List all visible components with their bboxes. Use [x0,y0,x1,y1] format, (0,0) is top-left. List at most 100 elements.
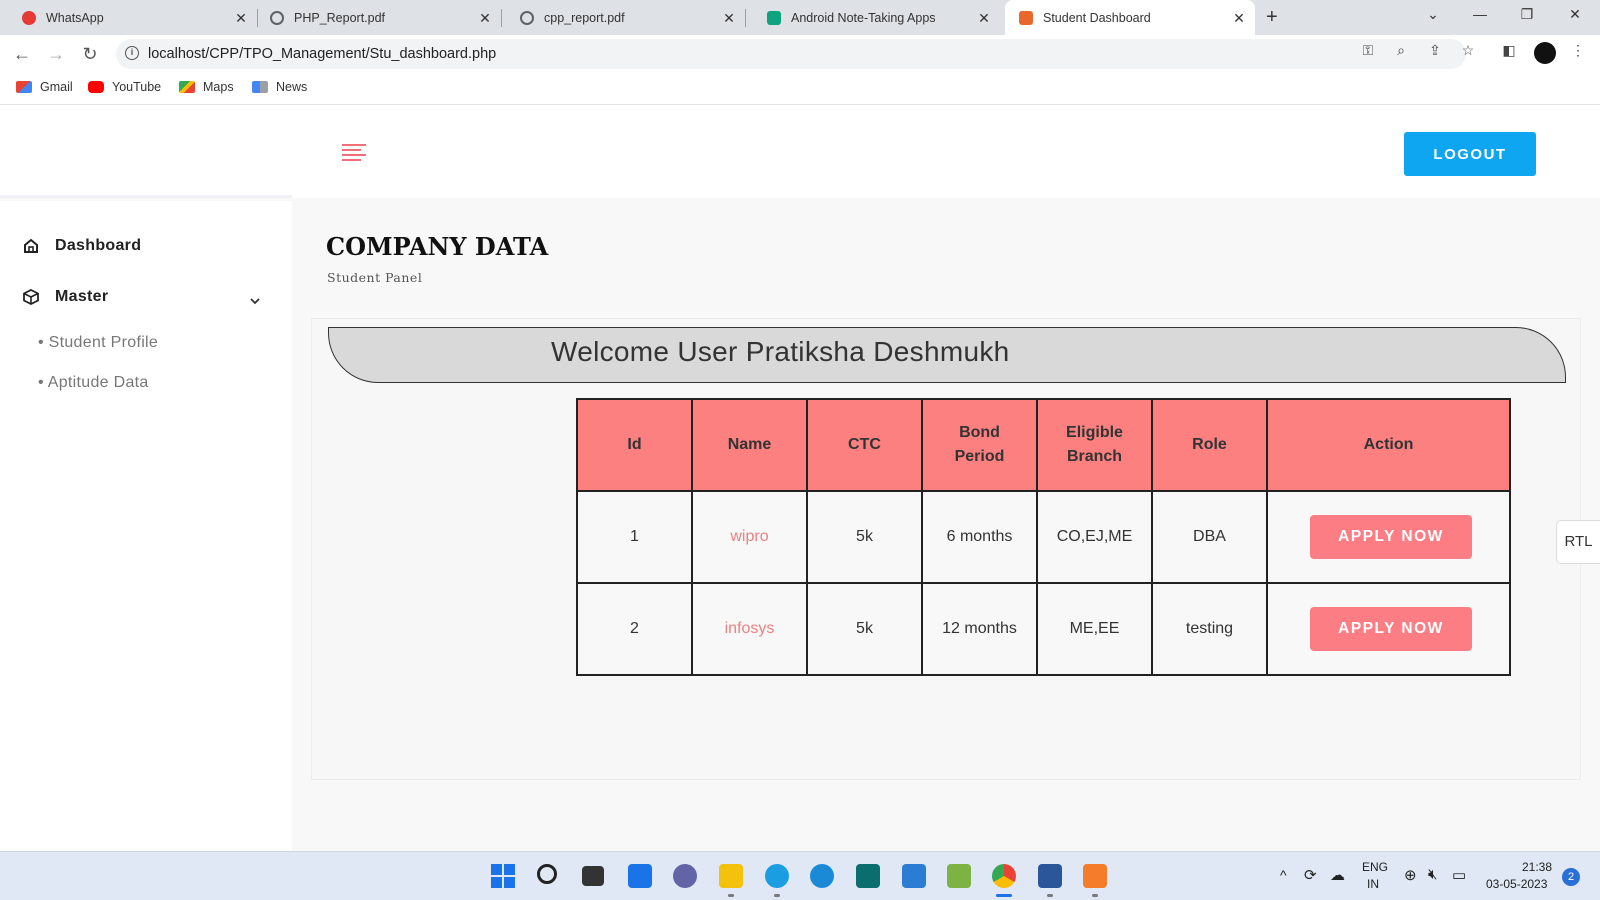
tab-student-dashboard[interactable]: Student Dashboard ✕ [1005,0,1255,35]
new-tab-icon[interactable]: + [1266,6,1278,28]
volume-muted-icon[interactable]: 🔇︎ [1428,866,1437,883]
bookmark-label: News [276,80,308,94]
task-view-icon[interactable] [582,866,604,886]
cell-ctc: 5k [806,490,923,584]
network-globe-icon[interactable]: ⊕ [1404,866,1417,884]
xampp-icon[interactable] [1083,864,1107,888]
close-tab-icon[interactable]: ✕ [233,10,249,26]
edge-icon[interactable] [765,864,789,888]
close-tab-icon[interactable]: ✕ [477,10,493,26]
notepad-plus-icon[interactable] [947,864,971,888]
tab-title: PHP_Report.pdf [294,10,386,25]
sidebar-item-label: Master [55,288,109,305]
tab-android-notes[interactable]: Android Note-Taking Apps ✕ [757,0,1000,35]
close-tab-icon[interactable]: ✕ [976,10,992,26]
close-window-icon[interactable]: ✕ [1565,6,1585,23]
restore-icon[interactable]: ❐ [1517,6,1537,23]
file-explorer-icon[interactable] [719,864,743,888]
android-studio-icon[interactable] [856,864,880,888]
bookmark-youtube[interactable]: YouTube [88,80,161,94]
show-hidden-icons-chevron-icon[interactable]: ^ [1280,867,1287,883]
rtl-toggle-button[interactable]: RTL [1556,520,1600,564]
top-header: LOGOUT [292,106,1600,198]
sidebar-logo-area [0,106,292,198]
bookmark-gmail[interactable]: Gmail [16,80,73,94]
bookmark-label: Gmail [40,80,73,94]
tab-separator [745,9,746,27]
teams-chat-icon[interactable] [673,864,697,888]
home-icon [24,238,38,253]
cell-role: DBA [1151,490,1268,584]
sidebar-subitem-student-profile[interactable]: • Student Profile [38,334,158,352]
bookmark-label: YouTube [112,80,162,94]
sidebar-subitem-aptitude-data[interactable]: • Aptitude Data [38,374,149,392]
youtube-icon [88,81,104,93]
tab-whatsapp[interactable]: WhatsApp ✕ [14,0,258,35]
windows-start-icon[interactable] [491,864,515,888]
microsoft-store-icon[interactable] [902,864,926,888]
welcome-banner: Welcome User Pratiksha Deshmukh [328,327,1566,383]
bookmark-star-icon[interactable]: ☆ [1459,42,1477,59]
chrome-menu-icon[interactable]: ⋮ [1569,42,1587,59]
column-header-name: Name [691,398,808,492]
url-text[interactable]: localhost/CPP/TPO_Management/Stu_dashboa… [148,46,496,62]
region-code[interactable]: IN [1367,877,1379,891]
share-icon[interactable]: ⇪ [1426,42,1444,59]
address-bar: ← → ↻ i localhost/CPP/TPO_Management/Stu… [0,35,1600,73]
tab-title: Student Dashboard [1043,10,1151,25]
apply-now-button[interactable]: APPLY NOW [1310,607,1472,651]
clock-time[interactable]: 21:38 [1522,860,1552,874]
side-panel-icon[interactable]: ◧ [1500,42,1518,59]
tab-cpp-report[interactable]: cpp_report.pdf ✕ [502,0,746,35]
site-info-icon[interactable]: i [125,46,139,60]
windows-taskbar: ^ ⟳ ☁ ENG IN ⊕ 🔇︎ ▭ 21:38 03-05-2023 2 [0,851,1600,900]
cell-id: 2 [576,582,693,676]
column-header-id: Id [576,398,693,492]
onedrive-icon[interactable]: ☁ [1330,866,1345,884]
column-header-eligible-branch: Eligible Branch [1036,398,1153,492]
password-key-icon[interactable]: ⚿ [1359,42,1377,59]
company-name-link[interactable]: wipro [691,490,808,584]
table-row: 1 wipro 5k 6 months CO,EJ,ME DBA APPLY N… [576,490,1511,584]
forward-icon[interactable]: → [45,43,67,65]
help-icon[interactable] [810,864,834,888]
word-icon[interactable] [1038,864,1062,888]
logout-button[interactable]: LOGOUT [1404,132,1536,176]
globe-favicon-icon [270,10,284,25]
search-icon[interactable] [537,864,557,884]
clock-date[interactable]: 03-05-2023 [1486,877,1547,891]
zoom-icon[interactable]: ⌕ [1392,42,1410,59]
widgets-icon[interactable] [628,864,652,888]
column-header-action: Action [1266,398,1511,492]
close-tab-icon[interactable]: ✕ [1231,10,1247,26]
bookmark-news[interactable]: News [252,80,307,94]
sidebar-item-dashboard[interactable]: Dashboard [22,237,141,255]
bookmark-label: Maps [203,80,234,94]
chevron-down-icon[interactable] [246,292,264,310]
hamburger-menu-icon[interactable] [342,144,366,164]
maps-icon [179,81,195,93]
apply-now-button[interactable]: APPLY NOW [1310,515,1472,559]
cell-bond-period: 6 months [921,490,1038,584]
notification-badge[interactable]: 2 [1562,868,1580,886]
language-code[interactable]: ENG [1362,860,1388,874]
minimize-icon[interactable]: — [1470,6,1490,22]
tab-title: Android Note-Taking Apps [791,10,936,25]
whatsapp-favicon-icon [22,10,36,25]
url-omnibox[interactable]: i localhost/CPP/TPO_Management/Stu_dashb… [116,39,1466,69]
running-indicator [996,894,1012,897]
cell-action: APPLY NOW [1266,490,1511,584]
chrome-icon[interactable] [992,864,1016,888]
tab-php-report[interactable]: PHP_Report.pdf ✕ [258,0,502,35]
reload-icon[interactable]: ↻ [79,43,101,65]
company-name-link[interactable]: infosys [691,582,808,676]
bookmark-maps[interactable]: Maps [179,80,234,94]
sidebar-item-master[interactable]: Master [22,288,108,306]
sync-icon[interactable]: ⟳ [1304,866,1317,884]
close-tab-icon[interactable]: ✕ [721,10,737,26]
profile-avatar[interactable] [1534,42,1556,64]
tab-search-chevron-icon[interactable]: ⌄ [1423,6,1443,23]
back-icon[interactable]: ← [11,43,33,65]
gmail-icon [16,81,32,93]
battery-icon[interactable]: ▭ [1452,866,1466,884]
